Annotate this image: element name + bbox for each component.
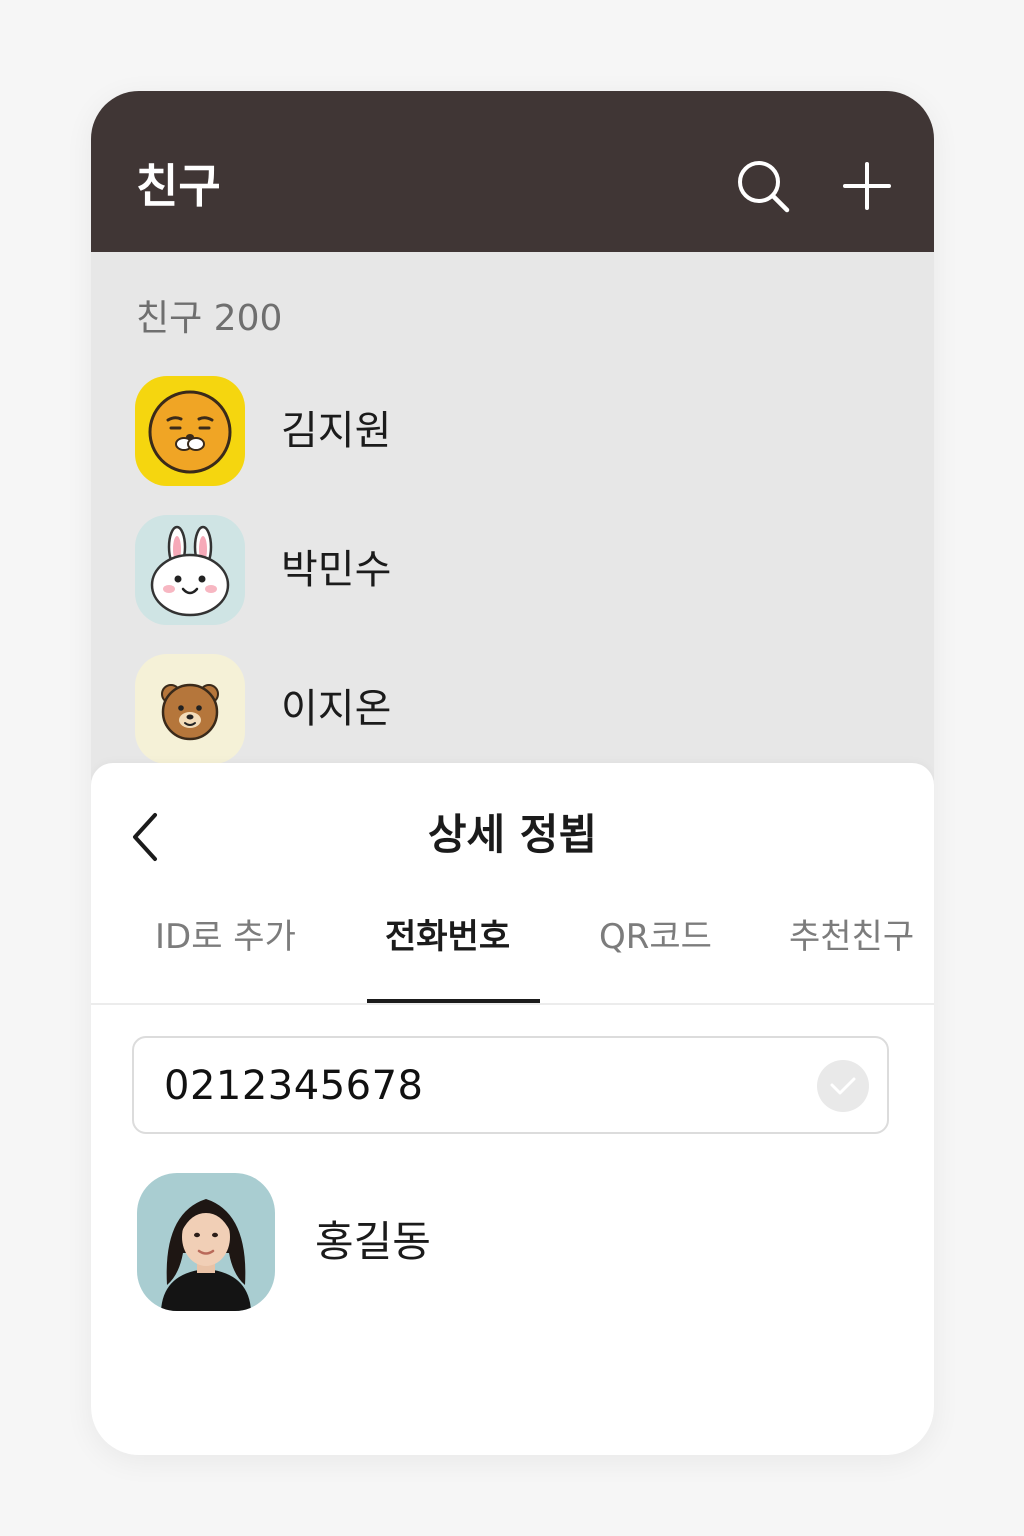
phone-number-value: 0212345678 (164, 1063, 424, 1109)
tab-qr[interactable]: QR코드 (599, 913, 712, 961)
bear-character-avatar (135, 654, 245, 764)
confirm-button[interactable] (817, 1060, 869, 1112)
rabbit-character-avatar (135, 515, 245, 625)
friends-list: 친구 200 김지원 박민수 이지온 (91, 252, 934, 772)
result-name: 홍길동 (315, 1217, 431, 1266)
search-icon (738, 161, 790, 213)
tab-phone[interactable]: 전화번호 (385, 913, 510, 961)
add-friend-sheet: 상세 정뵙 ID로 추가 전화번호 QR코드 추천친구 0212345678 홍… (91, 763, 934, 1455)
active-tab-indicator (367, 999, 540, 1003)
friend-name: 이지온 (281, 686, 392, 732)
phone-frame: 친구 친구 200 김지원 박민수 이지온 상세 정뵙 ID로 추가 전화번호 … (91, 91, 934, 1455)
check-circle-icon (817, 1060, 869, 1112)
tab-bar: ID로 추가 전화번호 QR코드 추천친구 (91, 903, 934, 1005)
friend-row[interactable]: 이지온 (135, 654, 895, 764)
friend-row[interactable]: 김지원 (135, 376, 895, 486)
page-title: 친구 (136, 159, 221, 213)
plus-icon (843, 162, 891, 210)
profile-photo-avatar (137, 1173, 275, 1311)
friend-count: 친구 200 (136, 298, 283, 339)
friend-name: 김지원 (281, 408, 392, 454)
search-result-row[interactable]: 홍길동 (137, 1173, 877, 1313)
phone-number-input[interactable]: 0212345678 (132, 1036, 889, 1134)
app-header: 친구 (91, 91, 934, 252)
search-button[interactable] (735, 158, 791, 214)
friend-name: 박민수 (281, 547, 392, 593)
sheet-title: 상세 정뵙 (427, 810, 598, 859)
friend-row[interactable]: 박민수 (135, 515, 895, 625)
tab-recommended[interactable]: 추천친구 (789, 913, 914, 961)
add-friend-button[interactable] (839, 158, 895, 214)
tab-id[interactable]: ID로 추가 (155, 913, 296, 961)
lion-character-avatar (135, 376, 245, 486)
